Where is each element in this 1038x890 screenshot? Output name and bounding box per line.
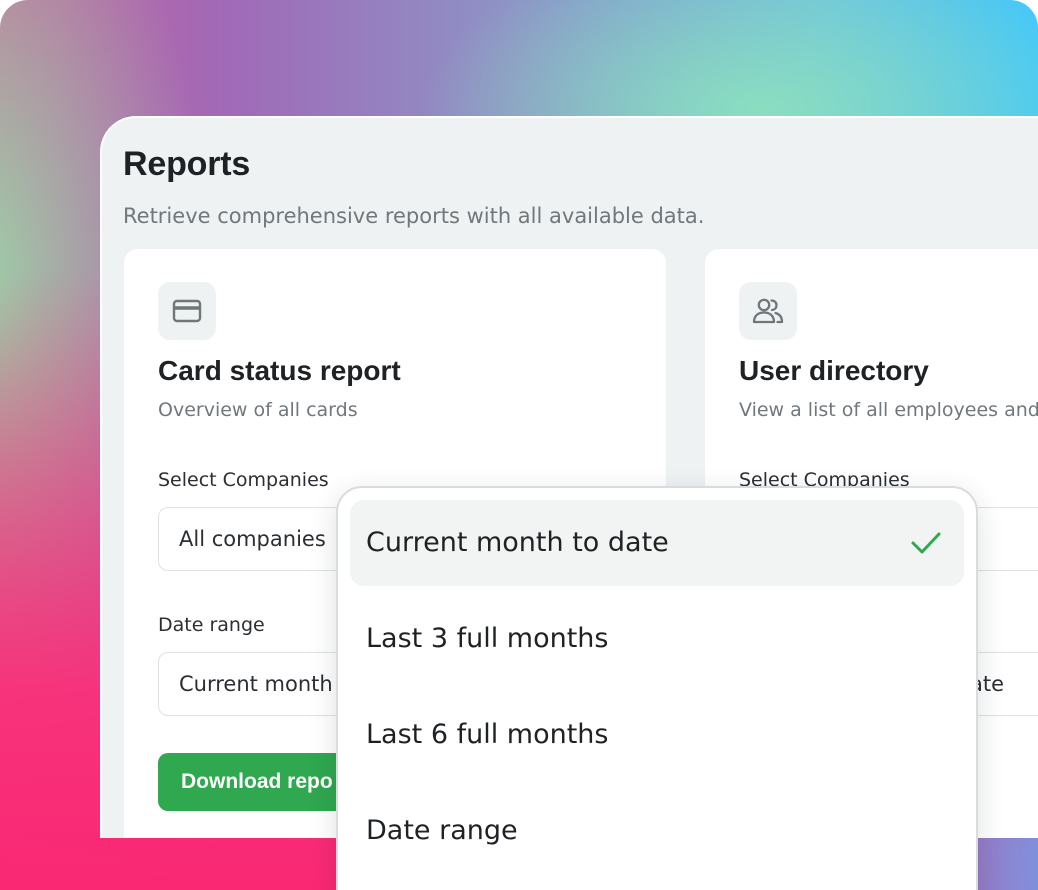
option-last-6-full-months[interactable]: Last 6 full months (350, 692, 964, 778)
date-range-dropdown-menu: Current month to date Last 3 full months… (336, 486, 978, 890)
page-title: Reports (123, 145, 251, 183)
option-current-month-to-date[interactable]: Current month to date (350, 500, 964, 586)
option-last-3-full-months[interactable]: Last 3 full months (350, 596, 964, 682)
page-subtitle: Retrieve comprehensive reports with all … (123, 204, 705, 228)
users-icon (739, 282, 797, 340)
option-label: Current month to date (366, 527, 669, 558)
option-label: Date range (366, 815, 518, 846)
option-label: Last 6 full months (366, 719, 609, 750)
card-description: Overview of all cards (158, 399, 358, 421)
card-title: User directory (739, 355, 929, 386)
checkmark-icon (911, 532, 941, 554)
option-label: Last 3 full months (366, 623, 609, 654)
select-companies-label: Select Companies (158, 469, 329, 491)
card-title: Card status report (158, 355, 401, 386)
background-gradient: Reports Retrieve comprehensive reports w… (0, 0, 1038, 890)
card-description: View a list of all employees and (739, 399, 1038, 421)
option-date-range[interactable]: Date range (350, 788, 964, 874)
date-range-label: Date range (158, 614, 265, 636)
credit-card-icon (158, 282, 216, 340)
